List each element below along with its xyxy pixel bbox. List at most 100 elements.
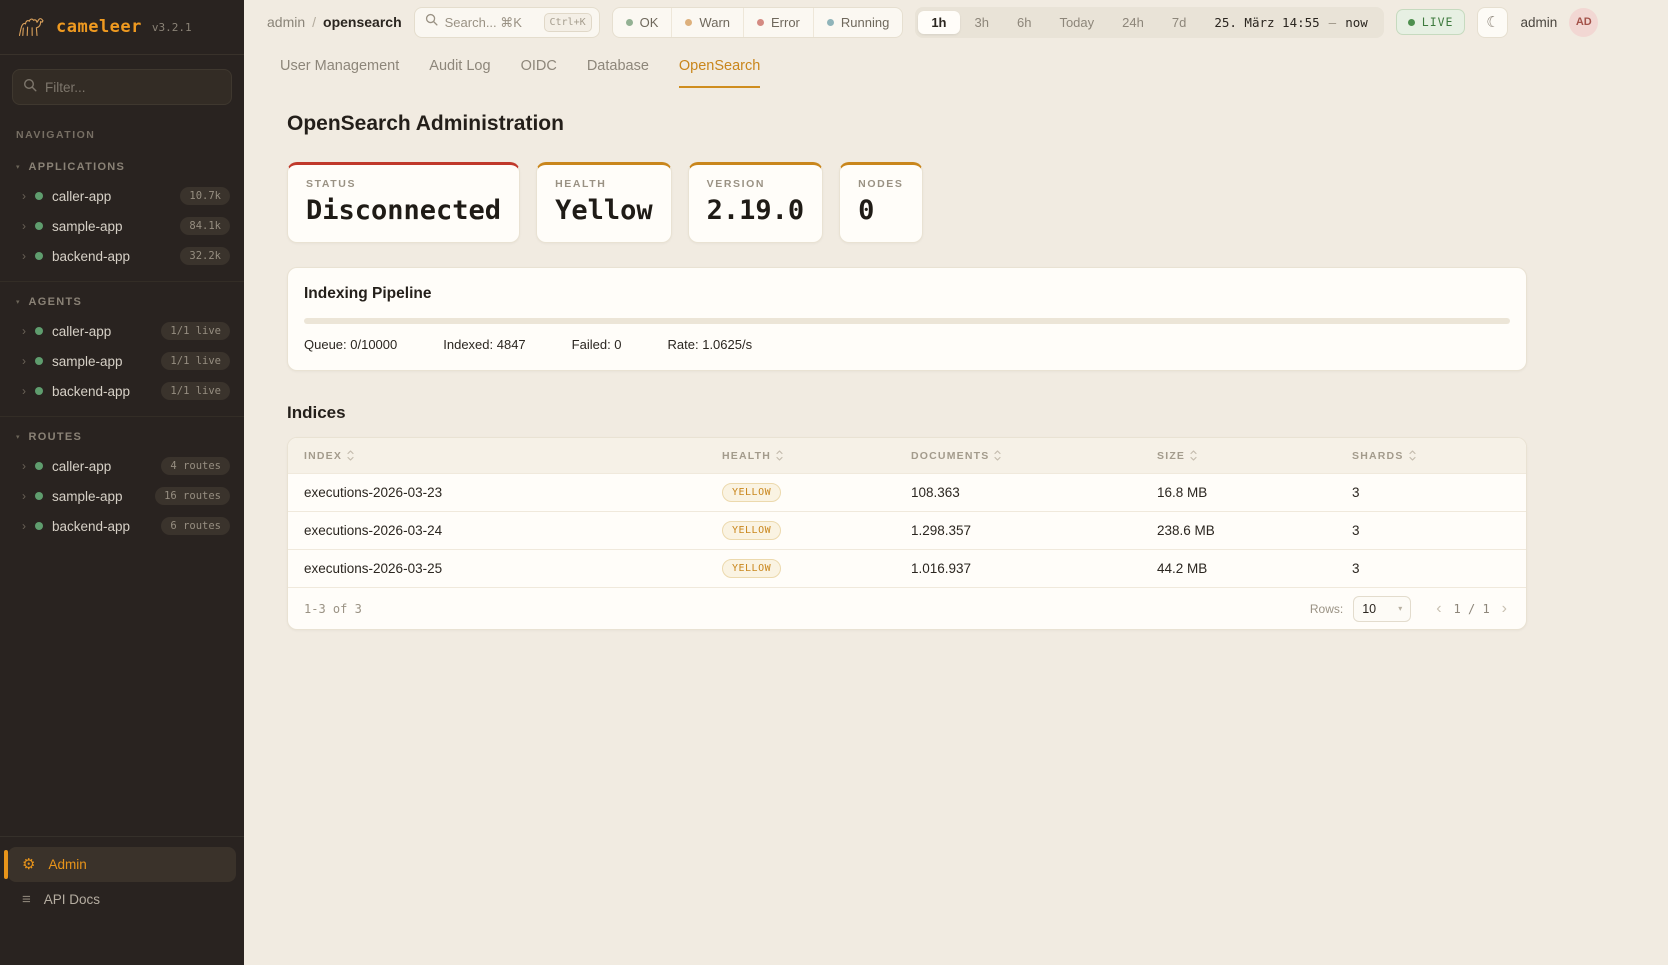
filter-chip-warn[interactable]: Warn <box>671 8 743 37</box>
prev-page-button[interactable]: ‹ <box>1433 601 1444 617</box>
tab-oidc[interactable]: OIDC <box>521 58 557 88</box>
caret-down-icon: ▾ <box>16 434 20 441</box>
column-header-shards[interactable]: SHARDS <box>1352 450 1510 462</box>
nav-section-agents: ▾ AGENTS › caller-app 1/1 live › sample-… <box>0 281 244 416</box>
live-badge: 1/1 live <box>161 352 230 370</box>
table-row[interactable]: executions-2026-03-25 YELLOW 1.016.937 4… <box>288 549 1526 587</box>
stat-card-nodes: NODES 0 <box>839 162 922 243</box>
global-search[interactable]: Ctrl+K <box>414 7 600 38</box>
table-header-row: INDEX HEALTH DOCUMENTS SIZE SHARDS <box>288 438 1526 473</box>
indices-table: INDEX HEALTH DOCUMENTS SIZE SHARDS <box>287 437 1527 630</box>
breadcrumb-separator: / <box>312 14 316 30</box>
filter-chip-ok[interactable]: OK <box>613 8 672 37</box>
caret-down-icon: ▾ <box>1398 604 1402 613</box>
section-header-agents[interactable]: ▾ AGENTS <box>0 290 244 316</box>
sidebar-footer: ⚙ Admin ≡ API Docs <box>0 836 244 965</box>
main-area: admin / opensearch Ctrl+K OK Warn <box>244 0 1668 965</box>
count-badge: 84.1k <box>180 217 230 235</box>
queue-stat: Queue: 0/10000 <box>304 337 397 352</box>
table-row[interactable]: executions-2026-03-23 YELLOW 108.363 16.… <box>288 473 1526 511</box>
tab-audit-log[interactable]: Audit Log <box>429 58 490 88</box>
status-dot <box>35 387 43 395</box>
section-header-routes[interactable]: ▾ ROUTES <box>0 425 244 451</box>
documents-cell: 1.298.357 <box>911 523 1157 538</box>
status-dot <box>35 462 43 470</box>
sidebar-item-sample-app[interactable]: › sample-app 84.1k <box>0 211 244 241</box>
tab-database[interactable]: Database <box>587 58 649 88</box>
stat-cards: STATUS Disconnected HEALTH Yellow VERSIO… <box>287 162 1668 243</box>
indexed-stat: Indexed: 4847 <box>443 337 525 352</box>
page-position: 1 / 1 <box>1454 602 1490 616</box>
column-header-size[interactable]: SIZE <box>1157 450 1352 462</box>
rows-per-page-select[interactable]: 10 ▾ <box>1353 596 1411 622</box>
time-range-bar: 1h 3h 6h Today 24h 7d 25. März 14:55 — n… <box>915 7 1383 38</box>
camel-logo-icon <box>16 11 46 43</box>
indexing-pipeline-card: Indexing Pipeline Queue: 0/10000 Indexed… <box>287 267 1527 371</box>
tab-opensearch[interactable]: OpenSearch <box>679 58 760 88</box>
nav-heading: NAVIGATION <box>0 119 244 147</box>
size-cell: 16.8 MB <box>1157 485 1352 500</box>
table-row[interactable]: executions-2026-03-24 YELLOW 1.298.357 2… <box>288 511 1526 549</box>
sidebar-item-backend-app-agent[interactable]: › backend-app 1/1 live <box>0 376 244 406</box>
sidebar-item-caller-app[interactable]: › caller-app 10.7k <box>0 181 244 211</box>
search-icon <box>425 13 438 31</box>
sidebar-item-sample-app-routes[interactable]: › sample-app 16 routes <box>0 481 244 511</box>
moon-icon: ☾ <box>1486 13 1499 31</box>
time-range-display[interactable]: 25. März 14:55 — now <box>1201 15 1380 30</box>
column-header-documents[interactable]: DOCUMENTS <box>911 450 1157 462</box>
avatar[interactable]: AD <box>1569 8 1598 37</box>
health-badge: YELLOW <box>722 483 781 502</box>
sidebar-item-admin[interactable]: ⚙ Admin <box>8 847 236 882</box>
chevron-right-icon: › <box>22 490 26 502</box>
row-range: 1-3 of 3 <box>304 602 362 616</box>
status-value: Disconnected <box>306 195 501 226</box>
sidebar-item-caller-app-agent[interactable]: › caller-app 1/1 live <box>0 316 244 346</box>
sidebar-item-backend-app[interactable]: › backend-app 32.2k <box>0 241 244 271</box>
time-range-3h[interactable]: 3h <box>962 11 1002 34</box>
documents-cell: 108.363 <box>911 485 1157 500</box>
nodes-value: 0 <box>858 195 903 226</box>
error-status-dot <box>757 19 764 26</box>
status-filter-group: OK Warn Error Running <box>612 7 904 38</box>
sidebar: cameleer v3.2.1 NAVIGATION ▾ APPLICATION… <box>0 0 244 965</box>
running-status-dot <box>827 19 834 26</box>
filter-input[interactable] <box>45 80 221 95</box>
time-range-7d[interactable]: 7d <box>1159 11 1199 34</box>
sidebar-nav: NAVIGATION ▾ APPLICATIONS › caller-app 1… <box>0 119 244 836</box>
chevron-right-icon: › <box>22 250 26 262</box>
next-page-button[interactable]: › <box>1499 601 1510 617</box>
sidebar-item-sample-app-agent[interactable]: › sample-app 1/1 live <box>0 346 244 376</box>
shards-cell: 3 <box>1352 523 1510 538</box>
live-toggle[interactable]: LIVE <box>1396 9 1466 35</box>
search-input[interactable] <box>445 15 537 30</box>
status-dot <box>35 222 43 230</box>
sidebar-item-caller-app-routes[interactable]: › caller-app 4 routes <box>0 451 244 481</box>
pipeline-progress-bar <box>304 318 1510 324</box>
time-range-1h[interactable]: 1h <box>918 11 959 34</box>
sidebar-item-backend-app-routes[interactable]: › backend-app 6 routes <box>0 511 244 541</box>
time-range-24h[interactable]: 24h <box>1109 11 1157 34</box>
content: OpenSearch Administration STATUS Disconn… <box>244 88 1668 660</box>
column-header-index[interactable]: INDEX <box>304 450 722 462</box>
theme-toggle-button[interactable]: ☾ <box>1477 7 1508 38</box>
filter-chip-error[interactable]: Error <box>743 8 813 37</box>
chevron-right-icon: › <box>22 220 26 232</box>
breadcrumb: admin / opensearch <box>267 14 402 30</box>
shortcut-hint: Ctrl+K <box>544 13 592 32</box>
section-header-applications[interactable]: ▾ APPLICATIONS <box>0 155 244 181</box>
breadcrumb-admin[interactable]: admin <box>267 14 305 30</box>
failed-stat: Failed: 0 <box>572 337 622 352</box>
sidebar-filter[interactable] <box>12 69 232 105</box>
size-cell: 238.6 MB <box>1157 523 1352 538</box>
time-range-6h[interactable]: 6h <box>1004 11 1044 34</box>
sidebar-item-api-docs[interactable]: ≡ API Docs <box>8 882 236 917</box>
filter-chip-running[interactable]: Running <box>813 8 902 37</box>
time-range-today[interactable]: Today <box>1046 11 1107 34</box>
username[interactable]: admin <box>1520 15 1557 30</box>
stat-card-version: VERSION 2.19.0 <box>688 162 824 243</box>
column-header-health[interactable]: HEALTH <box>722 450 911 462</box>
tab-user-management[interactable]: User Management <box>280 58 399 88</box>
shards-cell: 3 <box>1352 485 1510 500</box>
caret-down-icon: ▾ <box>16 299 20 306</box>
status-dot <box>35 492 43 500</box>
